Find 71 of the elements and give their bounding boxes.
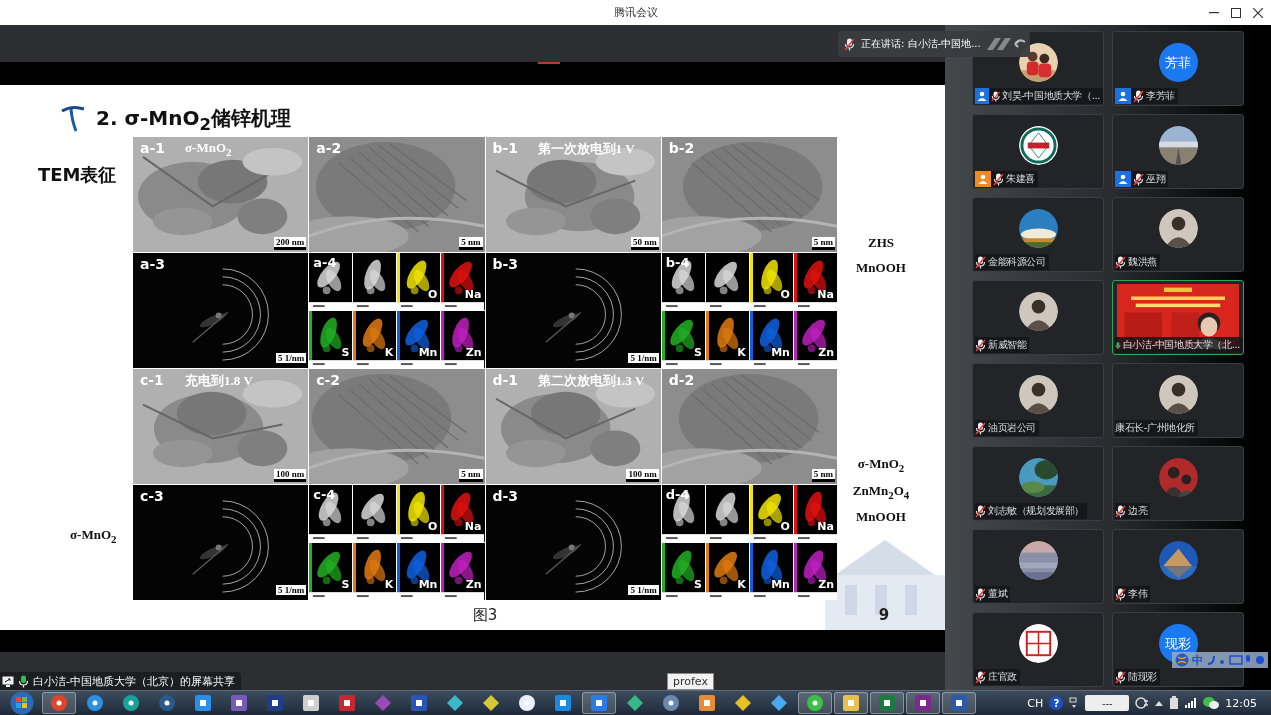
participant-name: 边亮 (1128, 504, 1148, 518)
participant-name: 刘志敏（规划发展部） (988, 504, 1084, 518)
tooltip: profex (667, 673, 714, 690)
taskbar-button[interactable] (906, 692, 940, 714)
share-text: 白小洁-中国地质大学（北京）的屏幕共享 (33, 673, 235, 689)
element-label: O (780, 520, 790, 533)
participant-name: 朱建喜 (1006, 172, 1035, 186)
plug-icon (1135, 697, 1150, 709)
phase-label: ZHS (868, 235, 894, 251)
panel-label: c-4 (313, 487, 336, 502)
participant-name: 刘昊-中国地质大学（... (1002, 89, 1100, 103)
maximize-icon (1231, 7, 1241, 18)
participant-name: 白小洁-中国地质大学（北... (1122, 338, 1240, 352)
taskbar-button[interactable] (582, 692, 616, 714)
mic-muted-icon (844, 37, 855, 51)
taskbar-button[interactable] (870, 692, 904, 714)
caret-icon (1155, 700, 1164, 706)
element-label: Mn (771, 578, 790, 591)
window-title: 腾讯会议 (613, 5, 658, 20)
taskbar-button[interactable] (834, 692, 868, 714)
element-label: O (428, 520, 438, 533)
panel-label: a-4 (313, 255, 337, 270)
device-icon (1169, 696, 1180, 710)
minimize-icon (1209, 11, 1219, 14)
element-label: Na (817, 288, 834, 301)
participant-name: 李伟 (1128, 587, 1148, 601)
speaker-text: 正在讲话: 白小洁-中国地... (861, 37, 981, 51)
participant-name: 陆现彩 (1128, 670, 1157, 684)
avatar: 芳菲 (1158, 43, 1198, 82)
phase-label: ZnMn$_{2}$O$_{4}$ (852, 482, 910, 501)
participant-name: 董斌 (988, 587, 1008, 601)
participant-name: 新威智能 (988, 338, 1027, 352)
element-label: K (384, 578, 394, 591)
taskbar-button[interactable] (798, 692, 832, 714)
participant-name: 金能科源公司 (988, 255, 1046, 269)
arrows-icon (986, 36, 1027, 52)
tab-indicator (538, 62, 560, 64)
mic-icon (18, 674, 29, 688)
section-label: TEM表征 (38, 163, 118, 187)
panel-label: b-4 (665, 255, 690, 270)
phase-label: σ-MnO$_{2}$ (857, 456, 905, 474)
logo-icon (60, 105, 86, 133)
participant-name: 巫翔 (1146, 172, 1166, 186)
taskbar-button[interactable] (942, 692, 976, 714)
element-label: O (428, 288, 438, 301)
participant-name: 庄官政 (988, 670, 1017, 684)
participant-name: 李芳菲 (1146, 89, 1175, 103)
element-label: S (341, 578, 350, 591)
slide-title: 2. σ-MnO$_{2}$储锌机理 (96, 104, 292, 134)
restore-icon (1069, 697, 1080, 709)
element-label: K (737, 578, 746, 591)
help-button[interactable]: ? (1049, 696, 1064, 710)
clock: 12:05 (1225, 696, 1257, 710)
tray-field: --- (1085, 695, 1130, 711)
element-label: Mn (418, 578, 438, 591)
phase-label: MnOOH (856, 260, 906, 276)
figure-caption: 图3 (472, 606, 498, 625)
element-label: S (693, 578, 702, 591)
participant-name: 油页岩公司 (988, 421, 1036, 435)
flag-icon (10, 691, 34, 715)
taskbar-button[interactable] (42, 692, 76, 714)
element-label: Zn (465, 578, 482, 591)
panel-label: d-4 (665, 487, 690, 502)
participant-name: 魏洪燕 (1128, 255, 1157, 269)
element-label: O (780, 288, 790, 301)
language-indicator[interactable]: CH (1027, 696, 1044, 710)
participant-name: 康石长-广州地化所 (1115, 421, 1195, 435)
phase-label: σ-MnO$_{2}$ (70, 527, 118, 545)
chat-icon (1203, 696, 1220, 710)
close-icon (1253, 7, 1263, 18)
signal-icon (1185, 698, 1198, 708)
